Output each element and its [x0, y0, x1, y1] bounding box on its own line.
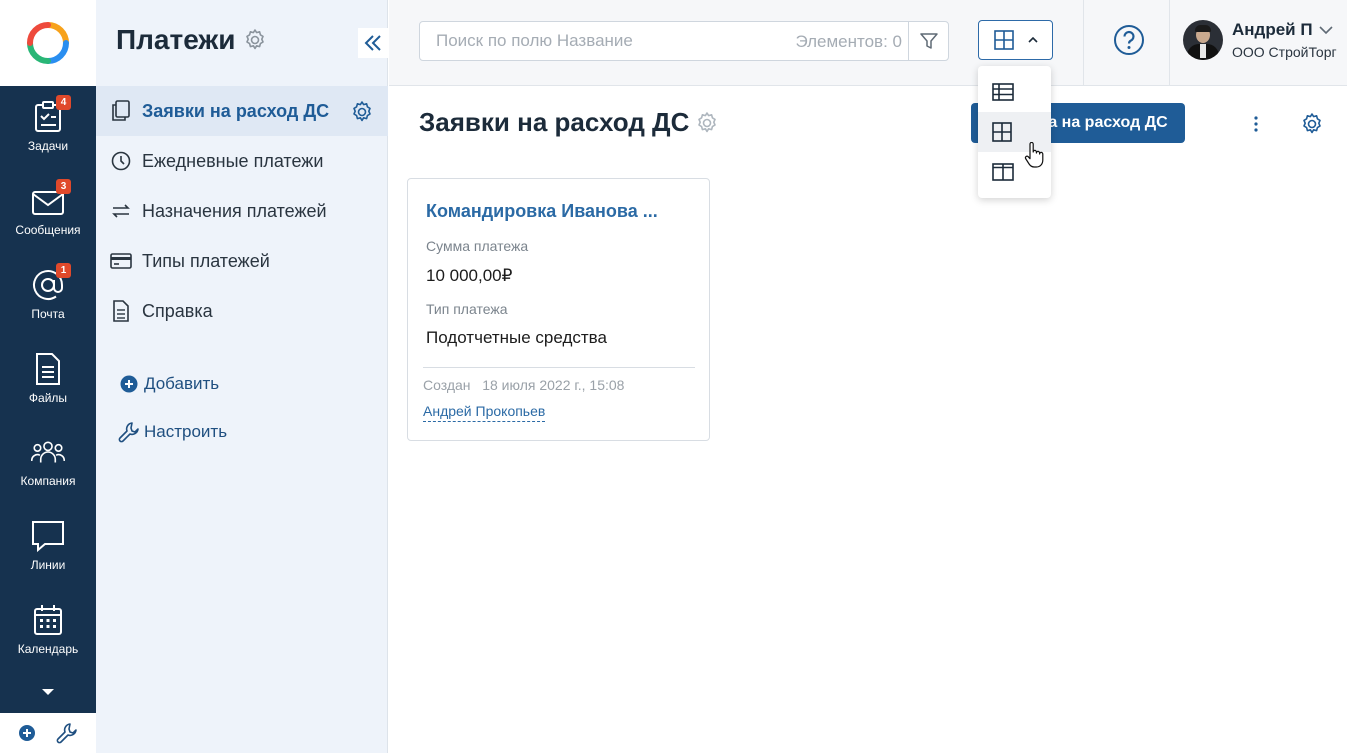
- clock-icon: [110, 150, 132, 172]
- rail-item-tasks[interactable]: 4 Задачи: [0, 86, 96, 166]
- user-name: Андрей П: [1232, 20, 1313, 39]
- sidebar-item-label: Назначения платежей: [142, 200, 327, 221]
- rail-label: Почта: [31, 307, 65, 321]
- page-title: Заявки на расход ДС: [419, 107, 719, 138]
- created-date: 18 июля 2022 г., 15:08: [482, 377, 625, 393]
- more-options-button[interactable]: [1246, 113, 1266, 135]
- table-view-icon: [992, 83, 1014, 101]
- grid-view-icon: [993, 30, 1014, 50]
- sidebar-item-help[interactable]: Справка: [96, 286, 388, 336]
- view-mode-toggle[interactable]: [978, 20, 1053, 60]
- wrench-icon: [118, 421, 140, 443]
- view-option-split[interactable]: [978, 152, 1051, 192]
- rail-label: Файлы: [28, 391, 68, 405]
- configure-label: Настроить: [144, 422, 228, 441]
- rail-more-button[interactable]: [0, 680, 96, 704]
- rail-label: Компания: [20, 474, 76, 488]
- calendar-icon: [34, 605, 62, 635]
- rail-item-company[interactable]: Компания: [0, 421, 96, 501]
- filter-icon: [919, 33, 938, 49]
- tasks-badge: 4: [56, 95, 71, 110]
- sidebar-item-assignments[interactable]: Назначения платежей: [96, 186, 388, 236]
- section-sidebar: Платежи Заявки на расход ДС Ежедневные п…: [96, 0, 388, 753]
- sidebar-item-label: Ежедневные платежи: [142, 150, 324, 171]
- created-meta: Создан 18 июля 2022 г., 15:08: [423, 377, 624, 393]
- main-nav-rail: 4 Задачи 3 Сообщения 1 Почта Файлы Компа…: [0, 0, 96, 753]
- divider: [1083, 0, 1084, 86]
- sidebar-item-label: Справка: [142, 300, 213, 321]
- created-label: Создан: [423, 377, 471, 393]
- add-circle-icon: [118, 373, 140, 395]
- help-button[interactable]: [1113, 24, 1145, 56]
- grid-view-icon: [992, 122, 1012, 142]
- triangle-down-icon: [42, 689, 54, 695]
- gear-icon[interactable]: [695, 111, 719, 135]
- copy-icon: [110, 100, 132, 122]
- card-icon: [110, 250, 132, 272]
- sidebar-item-requests[interactable]: Заявки на расход ДС: [96, 86, 388, 136]
- arrows-icon: [110, 200, 132, 222]
- document-icon: [110, 300, 132, 322]
- amount-value: 10 000,00₽: [426, 266, 513, 285]
- card-title[interactable]: Командировка Иванова ...: [426, 201, 658, 222]
- author-link[interactable]: Андрей Прокопьев: [423, 403, 546, 422]
- rail-bottom-bar: [0, 713, 96, 753]
- gear-icon[interactable]: [243, 28, 267, 52]
- search-box: Элементов: 0: [419, 21, 949, 61]
- messages-badge: 3: [56, 179, 71, 194]
- add-page-button[interactable]: Добавить: [118, 373, 219, 395]
- add-page-label: Добавить: [144, 374, 220, 393]
- rail-label: Календарь: [17, 642, 79, 656]
- avatar: [1183, 20, 1223, 60]
- rail-label: Сообщения: [15, 223, 81, 237]
- sidebar-item-label: Типы платежей: [142, 250, 270, 271]
- rail-item-files[interactable]: Файлы: [0, 338, 96, 418]
- sidebar-item-daily[interactable]: Ежедневные платежи: [96, 136, 388, 186]
- filter-button[interactable]: [908, 22, 948, 60]
- kebab-menu-icon: [1254, 116, 1258, 132]
- rail-item-mail[interactable]: 1 Почта: [0, 254, 96, 334]
- configure-button[interactable]: Настроить: [118, 421, 227, 443]
- rail-label: Линии: [30, 558, 66, 572]
- question-circle-icon: [1114, 25, 1144, 55]
- top-bar: Элементов: 0 Андрей П ООО СтройТорг: [389, 0, 1347, 86]
- section-title-text: Платежи: [116, 24, 236, 55]
- rail-item-calendar[interactable]: Календарь: [0, 589, 96, 669]
- files-icon: [36, 353, 60, 385]
- collapse-sidebar-button[interactable]: [358, 28, 388, 58]
- view-mode-dropdown: [978, 66, 1051, 198]
- items-count: Элементов: 0: [795, 32, 902, 51]
- page-title-text: Заявки на расход ДС: [419, 107, 690, 137]
- sidebar-item-label: Заявки на расход ДС: [142, 100, 330, 121]
- rail-item-messages[interactable]: 3 Сообщения: [0, 170, 96, 250]
- type-label: Тип платежа: [426, 301, 508, 317]
- chevron-up-icon: [1027, 37, 1038, 43]
- divider: [423, 367, 695, 368]
- search-input[interactable]: [420, 22, 780, 60]
- rail-item-lines[interactable]: Линии: [0, 505, 96, 585]
- mail-badge: 1: [56, 263, 71, 278]
- divider: [1169, 0, 1170, 86]
- gear-icon[interactable]: [1300, 112, 1324, 141]
- wrench-icon[interactable]: [56, 722, 78, 744]
- add-circle-icon[interactable]: [18, 724, 36, 742]
- sidebar-item-types[interactable]: Типы платежей: [96, 236, 388, 286]
- chevron-down-icon: [1319, 26, 1333, 35]
- section-title: Платежи: [116, 24, 267, 56]
- user-menu[interactable]: Андрей П ООО СтройТорг: [1183, 20, 1337, 60]
- gear-icon[interactable]: [350, 100, 374, 129]
- view-option-table[interactable]: [978, 72, 1051, 112]
- amount-label: Сумма платежа: [426, 238, 529, 254]
- record-card[interactable]: Командировка Иванова ... Сумма платежа 1…: [407, 178, 710, 441]
- split-view-icon: [992, 163, 1014, 181]
- rail-label: Задачи: [27, 139, 69, 153]
- elma-logo-icon[interactable]: [0, 0, 96, 86]
- view-option-grid[interactable]: [978, 112, 1051, 152]
- type-value: Подотчетные средства: [426, 328, 607, 347]
- user-org: ООО СтройТорг: [1232, 44, 1337, 60]
- lines-icon: [32, 521, 64, 553]
- company-icon: [31, 441, 65, 463]
- double-chevron-left-icon: [364, 35, 381, 51]
